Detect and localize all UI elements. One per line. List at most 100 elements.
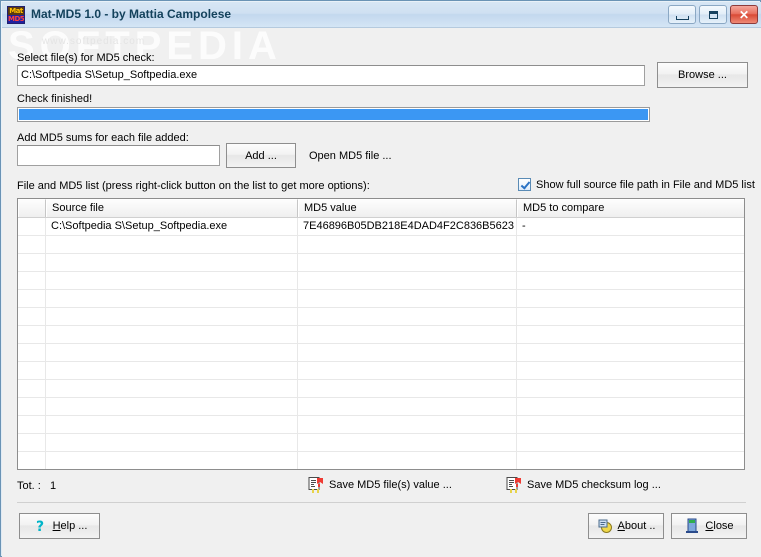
exit-door-icon — [684, 518, 700, 534]
cell-source-file — [46, 290, 298, 307]
listview-header: Source file MD5 value MD5 to compare — [18, 199, 744, 218]
about-button-label-rest: bout .. — [624, 520, 656, 532]
cell-md5-to-compare — [517, 272, 744, 289]
cell-gutter — [18, 362, 46, 379]
watermark-subtext: www.softpedia.com — [42, 36, 146, 47]
file-md5-listview[interactable]: Source file MD5 value MD5 to compare C:\… — [17, 198, 745, 470]
cell-md5-value — [298, 290, 517, 307]
cell-md5-value — [298, 434, 517, 451]
add-button[interactable]: Add ... — [226, 143, 296, 168]
listview-body[interactable]: C:\Softpedia S\Setup_Softpedia.exe 7E4689… — [18, 218, 744, 469]
table-row[interactable]: C:\Softpedia S\Setup_Softpedia.exe 7E4689… — [18, 218, 744, 236]
save-document-icon — [506, 477, 522, 493]
add-md5-sum-input[interactable] — [17, 145, 220, 166]
show-full-path-label: Show full source file path in File and M… — [536, 178, 755, 191]
maximize-button[interactable] — [699, 5, 727, 24]
table-row[interactable] — [18, 380, 744, 398]
show-full-path-checkbox[interactable]: Show full source file path in File and M… — [518, 178, 755, 191]
save-md5-files-value-label: Save MD5 file(s) value ... — [329, 479, 452, 491]
column-header-md5-to-compare[interactable]: MD5 to compare — [517, 199, 744, 217]
footer-separator — [17, 502, 746, 503]
cell-md5-to-compare — [517, 236, 744, 253]
close-button-label-rest: lose — [713, 520, 734, 532]
table-row[interactable] — [18, 362, 744, 380]
column-header-source-file[interactable]: Source file — [46, 199, 298, 217]
cell-source-file — [46, 254, 298, 271]
table-row[interactable] — [18, 308, 744, 326]
cell-gutter — [18, 452, 46, 469]
save-md5-files-value-link[interactable]: Save MD5 file(s) value ... — [308, 477, 452, 493]
column-header-md5-value[interactable]: MD5 value — [298, 199, 517, 217]
column-header-gutter[interactable] — [18, 199, 46, 217]
table-row[interactable] — [18, 290, 744, 308]
progress-status-label: Check finished! — [17, 93, 93, 105]
cell-md5-value — [298, 398, 517, 415]
about-button[interactable]: About .. — [588, 513, 664, 539]
open-md5-file-link[interactable]: Open MD5 file ... — [309, 150, 392, 162]
close-window-button[interactable]: ✕ — [730, 5, 758, 24]
cell-gutter — [18, 380, 46, 397]
table-row[interactable] — [18, 236, 744, 254]
cell-md5-to-compare — [517, 290, 744, 307]
close-icon: ✕ — [738, 7, 750, 22]
window-title: Mat-MD5 1.0 - by Mattia Campolese — [31, 7, 232, 21]
cell-gutter — [18, 344, 46, 361]
save-document-icon — [308, 477, 324, 493]
table-row[interactable] — [18, 326, 744, 344]
cell-gutter — [18, 290, 46, 307]
cell-md5-value — [298, 236, 517, 253]
cell-md5-to-compare — [517, 452, 744, 469]
cell-source-file — [46, 434, 298, 451]
table-row[interactable] — [18, 254, 744, 272]
cell-md5-value — [298, 326, 517, 343]
progress-bar — [17, 107, 650, 122]
cell-md5-to-compare: - — [522, 220, 526, 232]
cell-md5-value — [298, 272, 517, 289]
minimize-icon — [669, 6, 695, 23]
browse-button[interactable]: Browse ... — [657, 62, 748, 88]
cell-md5-to-compare — [517, 434, 744, 451]
cell-source-file: C:\Softpedia S\Setup_Softpedia.exe — [46, 218, 298, 235]
svg-text:?: ? — [36, 519, 44, 534]
total-value: 1 — [50, 480, 57, 492]
cell-md5-value — [298, 254, 517, 271]
file-md5-list-label: File and MD5 list (press right-click but… — [17, 180, 370, 192]
save-md5-checksum-log-label: Save MD5 checksum log ... — [527, 479, 661, 491]
save-md5-checksum-log-link[interactable]: Save MD5 checksum log ... — [506, 477, 661, 493]
help-button[interactable]: ? Help ... — [19, 513, 100, 539]
table-row[interactable] — [18, 452, 744, 469]
table-row[interactable] — [18, 398, 744, 416]
app-icon: Mat MD5 — [7, 6, 25, 24]
select-file-input[interactable]: C:\Softpedia S\Setup_Softpedia.exe — [17, 65, 645, 86]
cell-md5-to-compare — [517, 254, 744, 271]
cell-md5-value — [298, 452, 517, 469]
cell-md5-to-compare — [517, 380, 744, 397]
cell-md5-to-compare — [517, 362, 744, 379]
about-info-icon — [597, 518, 613, 534]
cell-md5-to-compare — [517, 416, 744, 433]
cell-gutter — [18, 434, 46, 451]
table-row[interactable] — [18, 272, 744, 290]
cell-source-file — [46, 380, 298, 397]
close-button[interactable]: Close — [671, 513, 747, 539]
cell-source-file — [46, 362, 298, 379]
total-label: Tot. : — [17, 480, 41, 492]
table-row[interactable] — [18, 416, 744, 434]
minimize-button[interactable] — [668, 5, 696, 24]
cell-md5-value — [298, 416, 517, 433]
question-mark-icon: ? — [32, 518, 48, 535]
cell-md5-value: 7E46896B05DB218E4DAD4F2C836B5623 — [298, 218, 517, 235]
cell-source-file — [46, 452, 298, 469]
cell-md5-to-compare — [517, 326, 744, 343]
cell-gutter — [18, 398, 46, 415]
application-window: Mat MD5 Mat-MD5 1.0 - by Mattia Campoles… — [0, 0, 761, 557]
table-row[interactable] — [18, 434, 744, 452]
cell-md5-value — [298, 308, 517, 325]
cell-source-file — [46, 236, 298, 253]
cell-md5-value — [298, 362, 517, 379]
table-row[interactable] — [18, 344, 744, 362]
checkbox-check-icon — [518, 178, 531, 191]
cell-source-file — [46, 344, 298, 361]
add-md5-sums-label: Add MD5 sums for each file added: — [17, 132, 189, 144]
cell-md5-to-compare — [517, 308, 744, 325]
